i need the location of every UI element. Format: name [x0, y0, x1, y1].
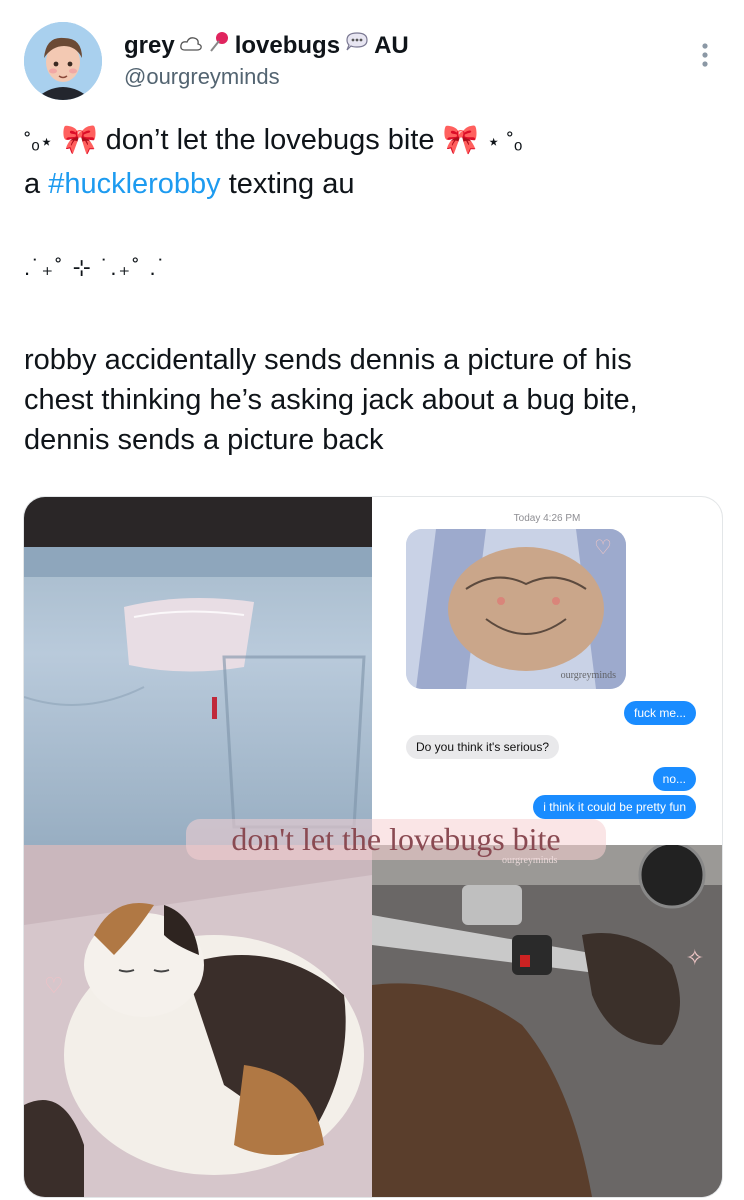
pushpin-icon	[207, 30, 231, 61]
author-name-suffix: lovebugs	[234, 31, 341, 59]
line2-prefix: a	[24, 168, 49, 200]
bow-icon: 🎀	[442, 124, 479, 156]
jeans-illustration	[24, 547, 372, 829]
sketch-watermark: ourgreyminds	[560, 670, 616, 681]
message-fuck-me: fuck me...	[623, 701, 696, 725]
author-name[interactable]: grey	[124, 32, 175, 60]
tweet-title-line: ˚ₒ⋆ 🎀 don’t let the lovebugs bite 🎀 ⋆ ˚ₒ	[24, 122, 522, 160]
caption-watermark: ourgreyminds	[502, 855, 558, 866]
chat-screenshot: Today 4:26 PM ourgreyminds fuck me... Do…	[372, 497, 722, 845]
avatar[interactable]	[24, 22, 102, 100]
chest-sketch: ourgreyminds	[406, 529, 626, 689]
chat-timestamp: Today 4:26 PM	[513, 513, 581, 524]
tweet-line-2: a #hucklerobby texting au	[24, 166, 355, 202]
more-options-icon[interactable]	[690, 40, 720, 70]
author-name-tail: AU	[374, 31, 409, 59]
motorcycle-photo: ✧	[372, 841, 722, 1197]
cat-illustration	[24, 845, 372, 1197]
sparkle-left-decor: ˚ₒ⋆	[24, 129, 54, 154]
media-collage[interactable]: Today 4:26 PM ourgreyminds fuck me... Do…	[23, 496, 723, 1198]
sparkle-divider: .˙₊˚ ⊹ ˙.₊˚ .˙	[24, 255, 167, 280]
message-pretty-fun: i think it could be pretty fun	[533, 795, 696, 819]
author-name-row[interactable]: grey lovebugs AU	[124, 30, 409, 61]
tweet-body-line-1: robby accidentally sends dennis a pictur…	[24, 344, 632, 376]
tweet-body-line-3: dennis sends a picture back	[24, 424, 384, 456]
star-decor-icon: ✧	[685, 945, 704, 970]
author-handle[interactable]: @ourgreyminds	[124, 64, 280, 90]
motorcycle-illustration	[372, 841, 722, 1197]
message-no: no...	[652, 767, 696, 791]
avatar-illustration	[24, 22, 102, 100]
hashtag-link[interactable]: #hucklerobby	[48, 168, 221, 200]
jeans-photo	[24, 497, 372, 845]
cloud-icon	[179, 32, 203, 60]
collage-caption: don't let the lovebugs bite	[186, 819, 606, 860]
thought-bubble-icon	[344, 30, 370, 61]
cat-photo: ♡	[24, 845, 372, 1197]
heart-decor-icon: ♡	[594, 537, 612, 559]
tweet-title-text: don’t let the lovebugs bite	[105, 124, 435, 156]
line2-suffix: texting au	[220, 168, 355, 200]
tweet-body-line-2: chest thinking he’s asking jack about a …	[24, 384, 638, 416]
heart-decor-icon: ♡	[44, 973, 64, 998]
bow-icon: 🎀	[61, 124, 98, 156]
star-icon: ⋆ ˚ₒ	[486, 129, 523, 154]
message-serious: Do you think it's serious?	[406, 735, 560, 759]
